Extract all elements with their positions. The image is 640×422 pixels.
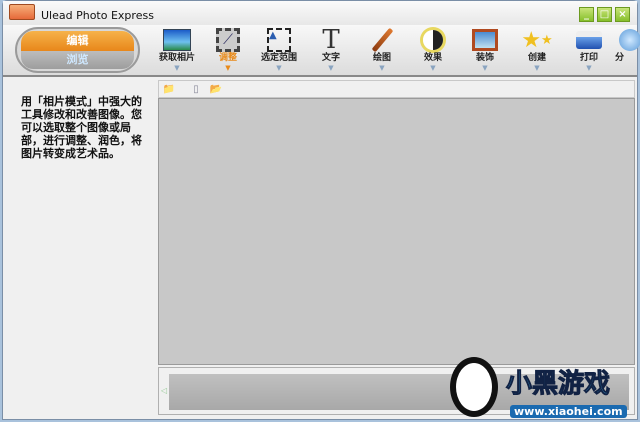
dropdown-arrow-icon[interactable]: ▼ xyxy=(356,64,408,72)
open-folder-icon[interactable]: 📂 xyxy=(209,83,223,96)
dropdown-arrow-icon[interactable]: ▼ xyxy=(511,64,563,72)
tool-effect[interactable]: 效果 ▼ xyxy=(407,27,459,75)
tool-create[interactable]: ★ ★ 创建 ▼ xyxy=(511,27,563,75)
dropdown-arrow-icon[interactable]: ▼ xyxy=(202,64,254,72)
tool-draw[interactable]: 绘图 ▼ xyxy=(356,27,408,75)
edit-mode-button[interactable]: 编辑 xyxy=(21,31,134,51)
maximize-button[interactable]: □ xyxy=(597,7,612,22)
tool-share[interactable]: 分 xyxy=(615,27,640,75)
select-icon: ▲ xyxy=(264,27,294,53)
dropdown-arrow-icon[interactable]: ▼ xyxy=(305,64,357,72)
window-title: Ulead Photo Express xyxy=(41,9,154,22)
share-icon xyxy=(615,27,640,53)
dropdown-arrow-icon[interactable]: ▼ xyxy=(151,64,203,72)
title-bar: Ulead Photo Express _ □ × xyxy=(3,1,637,27)
photo-canvas[interactable] xyxy=(158,98,635,365)
recent-folder-icon[interactable]: 📁 xyxy=(162,83,176,96)
workspace-toolbar: 📁 ▯ 📂 xyxy=(158,80,635,98)
tool-label: 选定范围 xyxy=(260,53,297,63)
tool-label: 打印 xyxy=(579,53,598,63)
app-icon xyxy=(9,4,35,20)
adjust-icon: ⟋ xyxy=(213,27,243,53)
watermark-url: www.xiaohei.com xyxy=(510,405,627,418)
dropdown-arrow-icon[interactable]: ▼ xyxy=(407,64,459,72)
print-icon xyxy=(574,27,604,53)
scroll-left-icon[interactable]: ◁ xyxy=(161,386,167,395)
tool-print[interactable]: 打印 ▼ xyxy=(563,27,615,75)
tool-label: 调整 xyxy=(218,53,237,63)
tool-get-photo[interactable]: 获取相片 ▼ xyxy=(151,27,203,75)
tool-label: 文字 xyxy=(321,53,340,63)
mode-switch: 编辑 浏览 xyxy=(15,27,140,73)
tool-label: 装饰 xyxy=(475,53,494,63)
text-icon: T xyxy=(322,25,340,55)
tool-label: 效果 xyxy=(423,53,442,63)
close-button[interactable]: × xyxy=(615,7,630,22)
tool-decorate[interactable]: 装饰 ▼ xyxy=(459,27,511,75)
create-icon: ★ ★ xyxy=(521,27,553,53)
new-file-icon[interactable]: ▯ xyxy=(189,83,203,96)
dropdown-arrow-icon[interactable]: ▼ xyxy=(253,64,305,72)
tool-select[interactable]: ▲ 选定范围 ▼ xyxy=(253,27,305,75)
dropdown-arrow-icon[interactable]: ▼ xyxy=(563,64,615,72)
tool-label: 分 xyxy=(615,53,625,63)
browse-mode-button[interactable]: 浏览 xyxy=(21,51,134,69)
brush-icon xyxy=(367,27,397,53)
tool-text[interactable]: T 文字 ▼ xyxy=(305,25,357,75)
get-photo-icon xyxy=(162,27,192,53)
mode-description: 用「相片模式」中强大的工具修改和改善图像。您可以选取整个图像或局部，进行调整、润… xyxy=(21,95,142,160)
dropdown-arrow-icon[interactable]: ▼ xyxy=(459,64,511,72)
tool-label: 绘图 xyxy=(372,53,391,63)
info-panel: 用「相片模式」中强大的工具修改和改善图像。您可以选取整个图像或局部，进行调整、润… xyxy=(3,79,157,419)
decorate-icon xyxy=(470,27,500,53)
minimize-button[interactable]: _ xyxy=(579,7,594,22)
tool-label: 创建 xyxy=(527,53,546,63)
tool-label: 获取相片 xyxy=(158,53,195,63)
effect-icon xyxy=(418,27,448,53)
tool-adjust[interactable]: ⟋ 调整 ▼ xyxy=(202,27,254,75)
watermark-title: 小黑游戏 xyxy=(505,369,611,400)
watermark-logo: 小黑游戏 www.xiaohei.com xyxy=(440,355,640,422)
main-toolbar: 编辑 浏览 获取相片 ▼ ⟋ 调整 ▼ ▲ 选定范围 ▼ T 文字 ▼ 绘图 ▼ 效果 ▼ 装饰 ▼… xyxy=(3,25,640,77)
panda-mascot-icon xyxy=(450,357,498,417)
